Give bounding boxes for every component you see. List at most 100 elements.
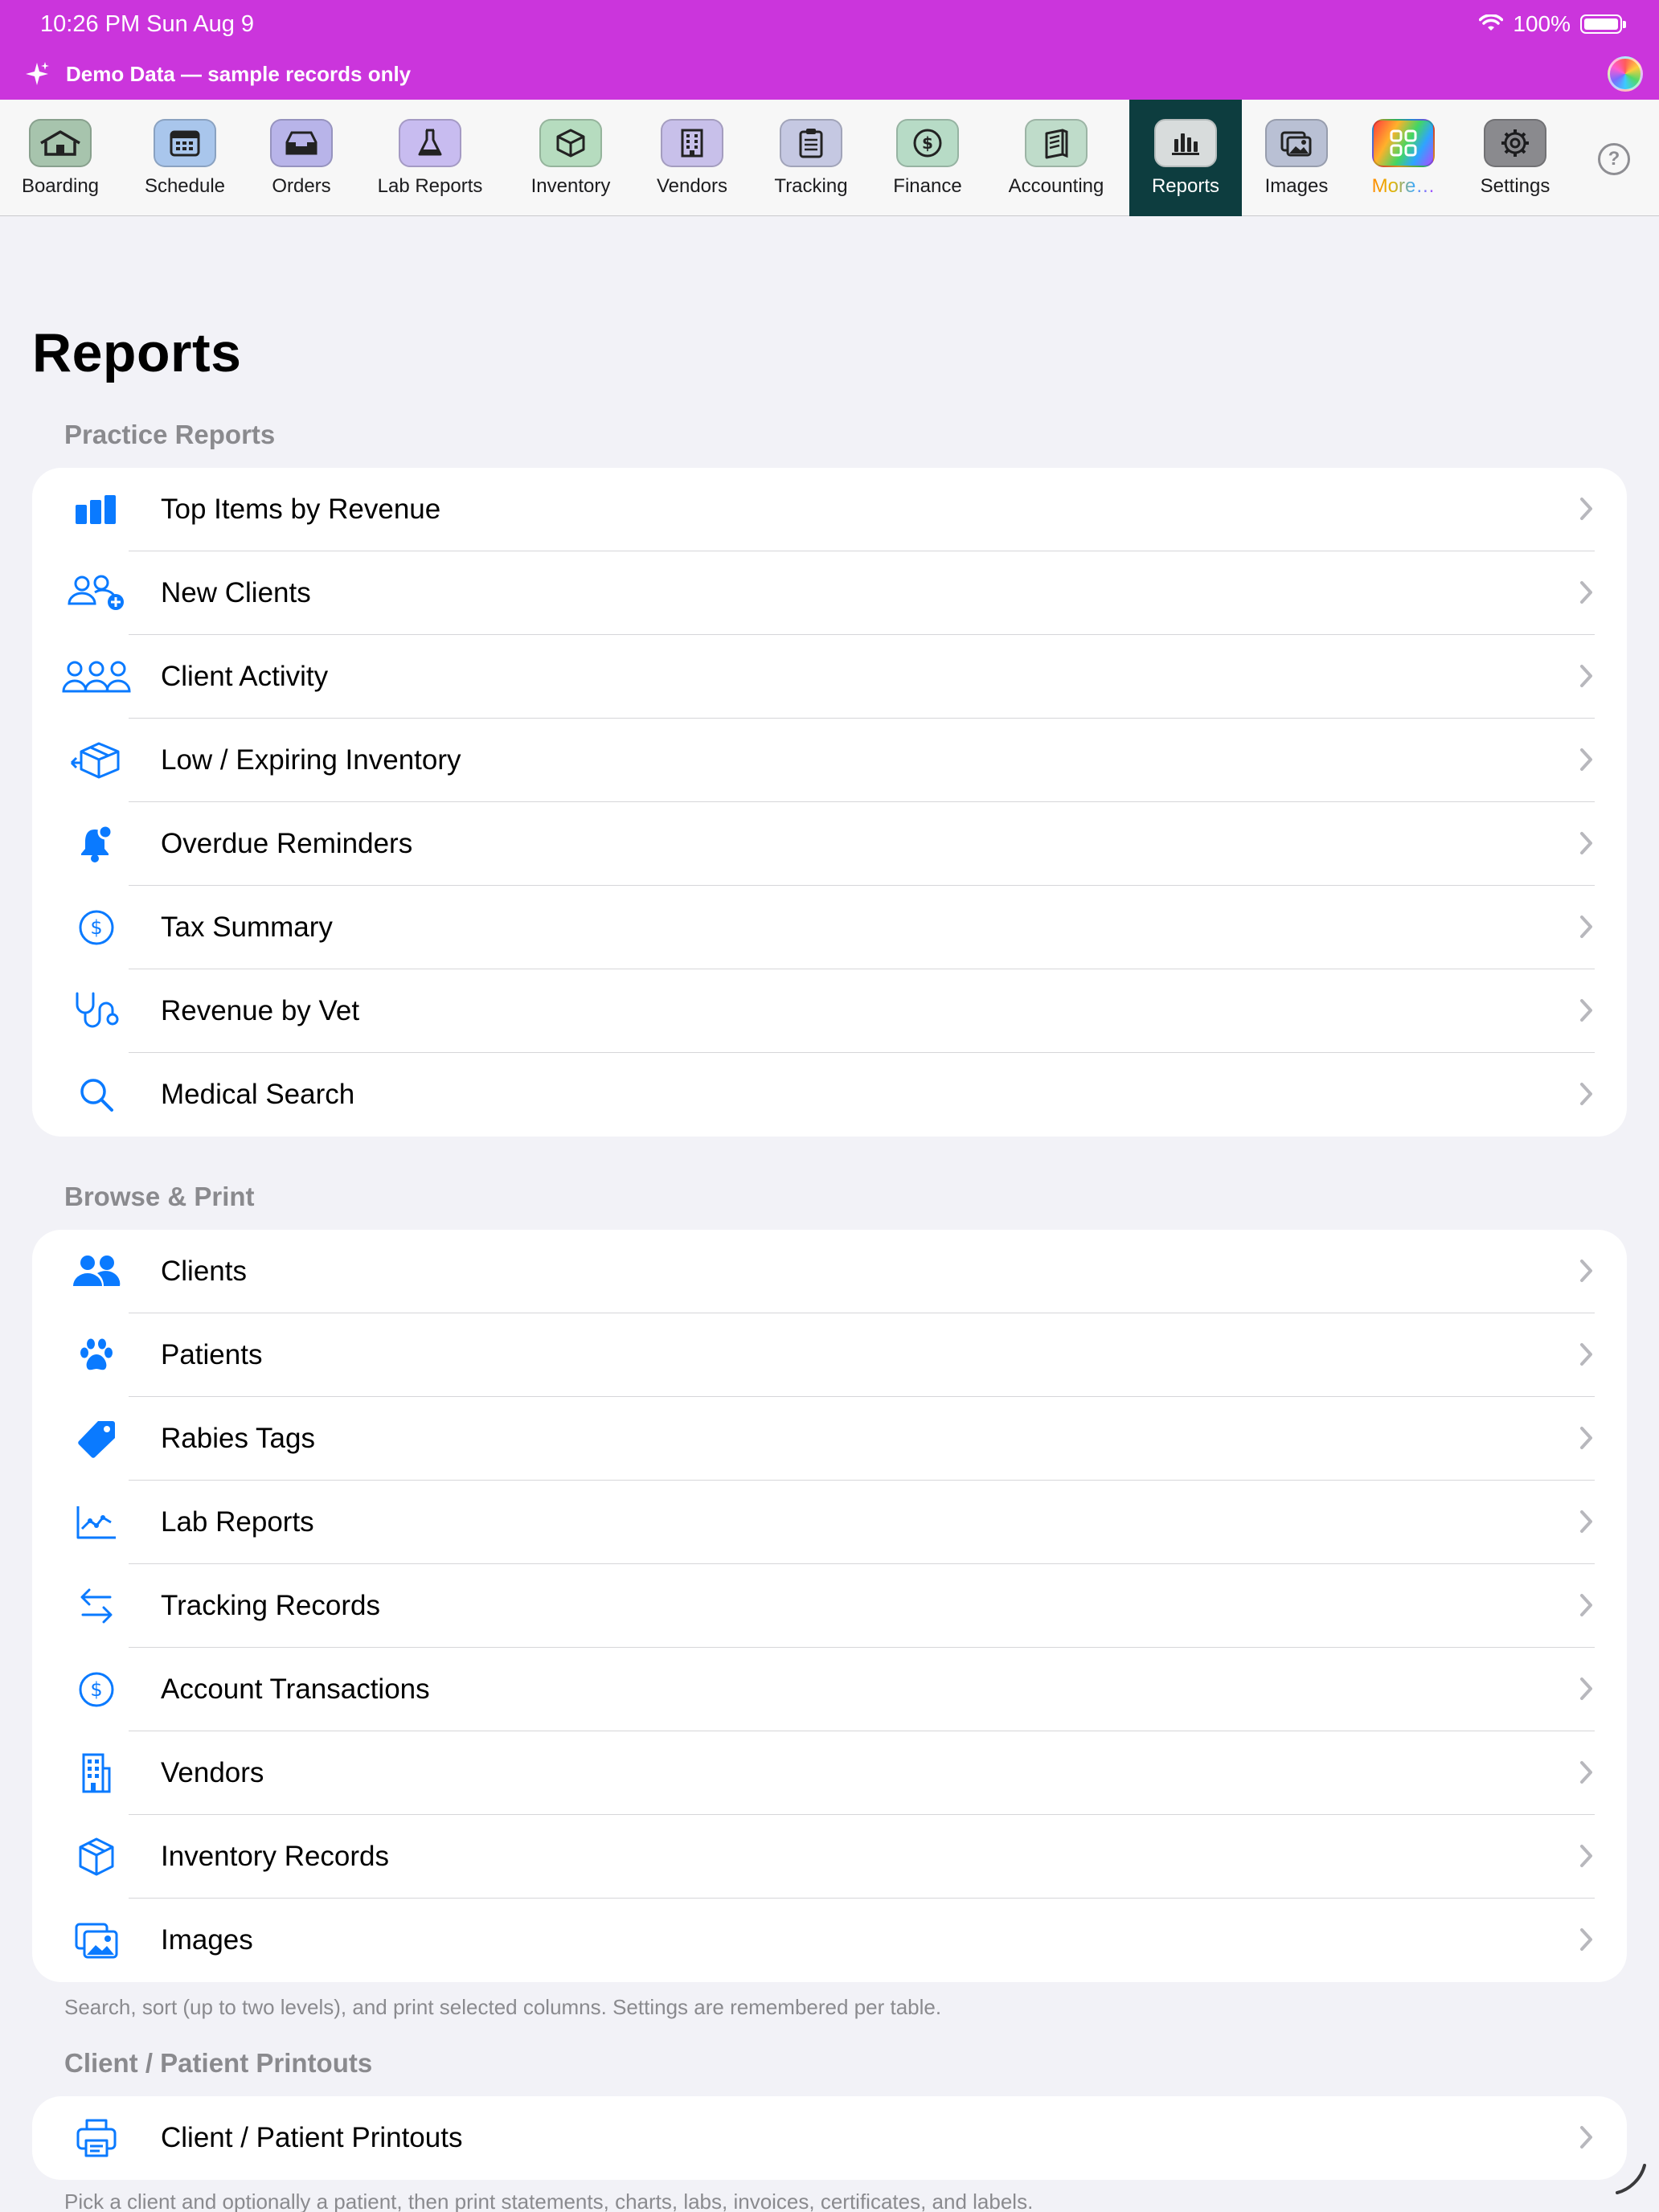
row-patients[interactable]: Patients <box>32 1313 1627 1397</box>
chevron-right-icon <box>1580 498 1592 520</box>
demo-avatar[interactable] <box>1608 56 1643 92</box>
tab-reports[interactable]: Reports <box>1129 100 1242 216</box>
row-label: Tax Summary <box>161 911 333 943</box>
tab-images[interactable]: Images <box>1254 100 1339 216</box>
tab-accounting[interactable]: Accounting <box>997 100 1116 216</box>
browse-footnote: Search, sort (up to two levels), and pri… <box>64 1995 942 2019</box>
chevron-right-icon <box>1580 1427 1592 1449</box>
main-toolbar: Boarding Schedule Orders Lab Reports Inv… <box>0 100 1659 216</box>
chevron-right-icon <box>1580 1510 1592 1533</box>
tab-boarding[interactable]: Boarding <box>0 100 121 216</box>
row-label: Low / Expiring Inventory <box>161 744 461 776</box>
row-label: Lab Reports <box>161 1506 314 1538</box>
tab-tracking[interactable]: Tracking <box>756 100 866 216</box>
people-fill-icon <box>32 1254 161 1289</box>
svg-text:$: $ <box>922 133 933 153</box>
box-icon <box>32 1837 161 1877</box>
box-arrow-icon <box>32 740 161 780</box>
chevron-right-icon <box>1580 1343 1592 1366</box>
row-top-items-by-revenue[interactable]: Top Items by Revenue <box>32 468 1627 551</box>
row-client-activity[interactable]: Client Activity <box>32 635 1627 719</box>
chevron-right-icon <box>1580 916 1592 938</box>
tab-schedule[interactable]: Schedule <box>129 100 241 216</box>
dollar-circle-icon: $ <box>32 1671 161 1708</box>
status-time: 10:26 PM Sun Aug 9 <box>40 11 255 37</box>
tab-more[interactable]: More… <box>1358 100 1448 216</box>
row-inventory-records[interactable]: Inventory Records <box>32 1815 1627 1899</box>
tab-label: More… <box>1371 175 1436 197</box>
row-overdue-reminders[interactable]: Overdue Reminders <box>32 802 1627 886</box>
tab-label: Schedule <box>144 175 226 197</box>
clipboard-icon <box>780 119 842 167</box>
grid-icon <box>1372 119 1435 167</box>
row-label: Account Transactions <box>161 1673 430 1705</box>
row-revenue-by-vet[interactable]: Revenue by Vet <box>32 969 1627 1053</box>
tab-label: Accounting <box>1008 175 1104 197</box>
tab-finance[interactable]: $ Finance <box>876 100 979 216</box>
help-button[interactable]: ? <box>1598 143 1630 175</box>
stethoscope-icon <box>32 990 161 1032</box>
tab-label: Images <box>1264 175 1329 197</box>
section-header-browse: Browse & Print <box>64 1182 255 1211</box>
tag-icon <box>32 1419 161 1459</box>
photos-icon <box>1265 119 1328 167</box>
tab-inventory[interactable]: Inventory <box>514 100 627 216</box>
chevron-right-icon <box>1580 999 1592 1022</box>
row-rabies-tags[interactable]: Rabies Tags <box>32 1397 1627 1481</box>
practice-reports-card: Top Items by Revenue New Clients Client … <box>32 468 1627 1137</box>
dollar-circle-icon: $ <box>32 909 161 946</box>
line-chart-icon <box>32 1505 161 1540</box>
row-label: Vendors <box>161 1757 264 1788</box>
bar-chart-icon <box>32 494 161 526</box>
row-vendors[interactable]: Vendors <box>32 1731 1627 1815</box>
bell-badge-icon <box>32 825 161 863</box>
row-low-expiring-inventory[interactable]: Low / Expiring Inventory <box>32 719 1627 802</box>
dollar-circle-icon: $ <box>896 119 959 167</box>
chevron-right-icon <box>1580 1928 1592 1951</box>
chevron-right-icon <box>1580 1260 1592 1282</box>
status-bar: 10:26 PM Sun Aug 9 100% Demo Data — samp… <box>0 0 1659 100</box>
row-label: Clients <box>161 1256 247 1287</box>
page-title: Reports <box>32 322 242 383</box>
section-header-practice: Practice Reports <box>64 420 276 449</box>
tab-label: Tracking <box>774 175 848 197</box>
tab-settings[interactable]: Settings <box>1463 100 1567 216</box>
tab-lab-reports[interactable]: Lab Reports <box>362 100 498 216</box>
tab-vendors[interactable]: Vendors <box>643 100 741 216</box>
sparkle-icon <box>26 62 49 85</box>
row-images[interactable]: Images <box>32 1899 1627 1982</box>
tab-orders[interactable]: Orders <box>249 100 354 216</box>
status-right: 100% <box>1479 11 1626 37</box>
person-add-icon <box>32 573 161 613</box>
row-label: Revenue by Vet <box>161 995 360 1026</box>
row-lab-reports[interactable]: Lab Reports <box>32 1481 1627 1564</box>
chevron-right-icon <box>1580 748 1592 771</box>
row-account-transactions[interactable]: $ Account Transactions <box>32 1648 1627 1731</box>
svg-text:$: $ <box>90 916 102 939</box>
arrows-icon <box>32 1586 161 1626</box>
row-label: Medical Search <box>161 1079 355 1110</box>
row-client-patient-printouts[interactable]: Client / Patient Printouts <box>32 2096 1627 2180</box>
row-label: Images <box>161 1924 253 1956</box>
tray-icon <box>270 119 333 167</box>
tab-label: Orders <box>272 175 331 197</box>
tab-label: Reports <box>1151 175 1220 197</box>
row-tracking-records[interactable]: Tracking Records <box>32 1564 1627 1648</box>
printer-icon <box>32 2118 161 2158</box>
row-tax-summary[interactable]: $ Tax Summary <box>32 886 1627 969</box>
svg-text:$: $ <box>90 1678 102 1701</box>
row-label: Patients <box>161 1339 263 1370</box>
row-medical-search[interactable]: Medical Search <box>32 1053 1627 1137</box>
row-clients[interactable]: Clients <box>32 1230 1627 1313</box>
chevron-right-icon <box>1580 1761 1592 1784</box>
chevron-right-icon <box>1580 1594 1592 1616</box>
wifi-icon <box>1479 14 1504 31</box>
resize-handle-icon[interactable] <box>1612 2161 1648 2196</box>
browse-print-card: Clients Patients Rabies Tags Lab Reports… <box>32 1230 1627 1982</box>
row-label: Inventory Records <box>161 1841 390 1872</box>
bar-chart-icon <box>1154 119 1217 167</box>
row-label: Tracking Records <box>161 1590 380 1621</box>
ledger-icon <box>1025 119 1088 167</box>
row-new-clients[interactable]: New Clients <box>32 551 1627 635</box>
printouts-footnote: Pick a client and optionally a patient, … <box>64 2189 1034 2212</box>
